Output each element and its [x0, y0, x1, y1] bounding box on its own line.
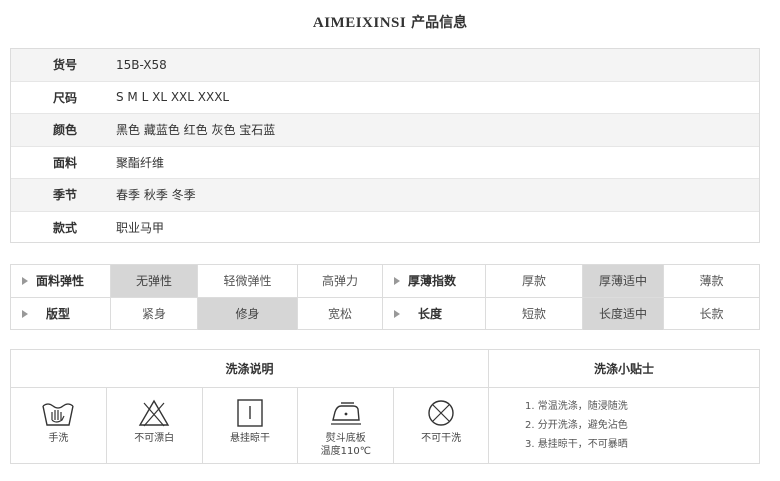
no-dry-clean-icon — [428, 400, 454, 426]
wash-header: 洗涤说明 洗涤小贴士 — [11, 350, 759, 388]
wash-icon-cell: 悬挂晾干 — [203, 388, 299, 463]
attr-option: 高弹力 — [298, 265, 383, 297]
wash-icon-cell: 不可干洗 — [394, 388, 488, 463]
product-info-table: 货号 15B-X58 尺码 S M L XL XXL XXXL 颜色 黑色 藏蓝… — [10, 48, 760, 243]
info-key: 款式 — [53, 221, 78, 236]
attr-option: 短款 — [486, 297, 583, 330]
attr-label-elasticity: 面料弹性 — [11, 265, 111, 297]
triangle-right-icon — [394, 276, 400, 285]
attr-option: 宽松 — [298, 297, 383, 330]
triangle-right-icon — [22, 309, 28, 318]
attribute-grid: 面料弹性 无弹性 轻微弹性 高弹力 厚薄指数 厚款 厚薄适中 薄款 版型 紧身 … — [10, 264, 760, 330]
attr-option: 无弹性 — [111, 265, 198, 297]
iron-label-line1: 熨斗底板 — [325, 433, 366, 444]
wash-icon-label: 手洗 — [48, 433, 69, 444]
hand-wash-icon — [42, 403, 75, 426]
info-row-season: 季节 春季 秋季 冬季 — [11, 179, 759, 212]
info-row-size: 尺码 S M L XL XXL XXXL — [11, 82, 759, 114]
wash-icon-cell: 手洗 — [11, 388, 107, 463]
attr-option: 长款 — [699, 307, 724, 321]
info-value: 15B-X58 — [116, 57, 167, 72]
info-value: S M L XL XXL XXXL — [116, 90, 230, 105]
info-value: 春季 秋季 冬季 — [116, 188, 196, 203]
triangle-right-icon — [394, 309, 400, 318]
iron-label-line2: 温度110℃ — [320, 446, 371, 457]
wash-tip: 3. 悬挂晾干，不可暴晒 — [525, 439, 628, 450]
wash-icon-label: 熨斗底板 温度110℃ — [321, 432, 371, 458]
iron-icon — [330, 402, 361, 425]
info-value: 职业马甲 — [116, 221, 165, 236]
wash-tip: 2. 分开洗涤，避免沾色 — [525, 420, 628, 431]
info-key: 颜色 — [53, 123, 78, 138]
info-row-item-number: 货号 15B-X58 — [11, 49, 759, 82]
attr-option: 厚款 — [486, 265, 583, 297]
attr-row-fit-length: 版型 紧身 修身 宽松 长度 短款 长度适中 长款 — [11, 297, 759, 330]
attr-label-text: 厚薄指数 — [408, 274, 457, 289]
attr-option: 长度适中 — [583, 297, 664, 330]
wash-tip: 1. 常温洗涤，随浸随洗 — [525, 401, 628, 412]
info-row-style: 款式 职业马甲 — [11, 212, 759, 245]
wash-icon-cell: 不可漂白 — [107, 388, 203, 463]
wash-tips: 1. 常温洗涤，随浸随洗 2. 分开洗涤，避免沾色 3. 悬挂晾干，不可暴晒 — [489, 388, 759, 463]
wash-icon-cell: 熨斗底板 温度110℃ — [298, 388, 395, 463]
wash-icons: 手洗 不可漂白 悬挂晾干 熨斗底板 温度110℃ 不可干洗 — [11, 388, 489, 463]
info-key: 尺码 — [53, 90, 78, 105]
wash-instructions-title: 洗涤说明 — [11, 350, 489, 387]
attr-option: 厚薄适中 — [583, 265, 664, 297]
info-key: 货号 — [53, 58, 78, 73]
wash-icon-label: 悬挂晾干 — [229, 433, 270, 444]
attr-option: 紧身 — [111, 297, 198, 330]
attr-label-text: 长度 — [418, 307, 443, 321]
no-bleach-icon — [138, 399, 170, 427]
attr-label-text: 版型 — [46, 307, 71, 321]
attr-row-elasticity-thickness: 面料弹性 无弹性 轻微弹性 高弹力 厚薄指数 厚款 厚薄适中 薄款 — [11, 265, 759, 298]
wash-icon-label: 不可干洗 — [421, 433, 462, 444]
info-row-fabric: 面料 聚酯纤维 — [11, 147, 759, 179]
attr-label-fit: 版型 — [11, 297, 111, 330]
info-value: 黑色 藏蓝色 红色 灰色 宝石蓝 — [116, 123, 276, 138]
info-key: 面料 — [53, 155, 78, 170]
attr-option: 修身 — [198, 297, 298, 330]
triangle-right-icon — [22, 276, 28, 285]
title-suffix: 产品信息 — [406, 15, 468, 31]
washing-section: 洗涤说明 洗涤小贴士 手洗 不可漂白 悬挂晾干 熨斗底板 温度110℃ 不可干洗… — [10, 349, 760, 464]
info-key: 季节 — [53, 188, 78, 203]
wash-tips-title: 洗涤小贴士 — [593, 362, 654, 376]
page-title: AIMEIXINSI 产品信息 — [0, 12, 780, 32]
attr-option: 轻微弹性 — [198, 265, 298, 297]
attr-label-length: 长度 — [383, 297, 486, 330]
attr-label-thickness: 厚薄指数 — [383, 265, 486, 297]
attr-option: 薄款 — [699, 274, 724, 289]
attr-label-text: 面料弹性 — [36, 274, 85, 289]
wash-body: 手洗 不可漂白 悬挂晾干 熨斗底板 温度110℃ 不可干洗 1. 常温洗涤，随浸… — [11, 388, 759, 463]
brand-name: AIMEIXINSI — [312, 15, 407, 31]
info-value: 聚酯纤维 — [116, 155, 165, 170]
wash-icon-label: 不可漂白 — [134, 433, 175, 444]
info-row-color: 颜色 黑色 藏蓝色 红色 灰色 宝石蓝 — [11, 114, 759, 147]
hang-dry-icon — [237, 399, 263, 427]
